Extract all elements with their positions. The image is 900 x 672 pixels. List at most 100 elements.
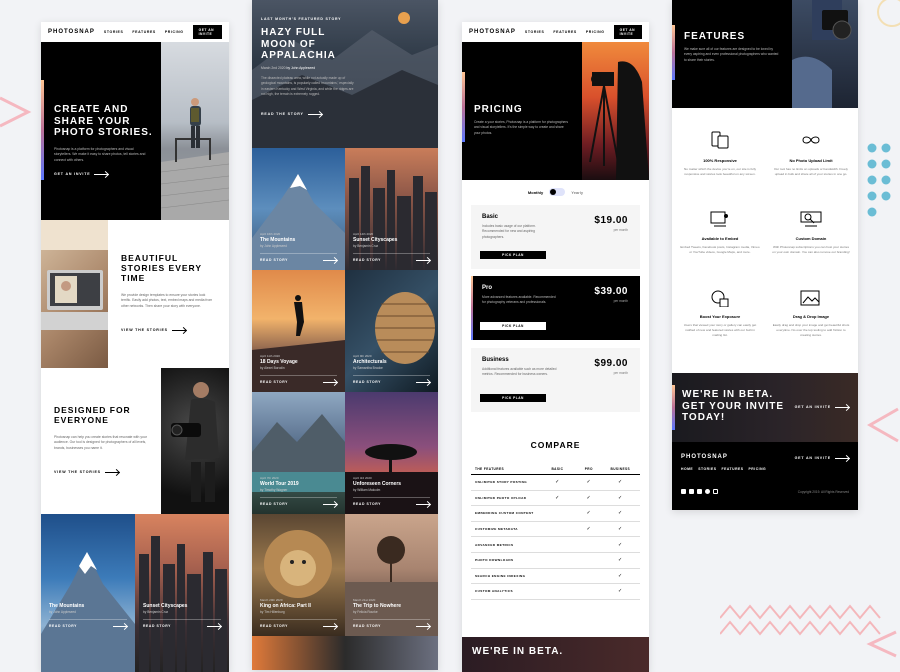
header-basic: BASIC [551,467,564,471]
arrow-icon [307,113,322,115]
nav-stories[interactable]: STORIES [525,30,545,34]
card-date: April 11th 2020 [260,354,280,358]
header-pro: PRO [584,467,593,471]
home-card-cityscapes[interactable]: Sunset Cityscapes by Benjamin Cruz READ … [135,514,229,672]
feature-item: 100% Responsive No matter which the devic… [677,130,763,177]
beta-title: WE'RE IN BETA. GET YOUR INVITE TODAY! [682,389,785,423]
feature-item: Drag & Drop Image Easily drag and drop yo… [768,286,854,337]
compare-table: THE FEATURES BASIC PRO BUSINESS UNLIMITE… [471,464,640,600]
plan-price: $19.00 [594,215,628,226]
pick-plan-button[interactable]: PICK PLAN [480,251,546,259]
read-story-link[interactable]: READ STORY [49,624,77,628]
youtube-icon[interactable] [689,489,694,494]
check-icon: ✓ [617,572,623,579]
featured-text: The dissected plateau area, while not ac… [261,76,354,96]
hero-title: CREATE AND SHARE YOUR PHOTO STORIES. [54,104,153,138]
nav-features[interactable]: FEATURES [553,30,576,34]
home-card-mountains[interactable]: The Mountains by John Appleseed READ STO… [41,514,135,672]
story-card[interactable]: April 9th 2020 Architecturals by Samantha … [345,270,438,392]
story-card[interactable]: April 16th 2020 The Mountains by John Appl… [252,148,345,270]
feature-title: Drag & Drop Image [792,314,830,319]
responsive-icon [677,130,763,152]
facebook-icon[interactable] [681,489,686,494]
billing-toggle: Monthly Yearly [462,186,649,198]
plan-text: More advanced features available. Recomm… [482,295,556,305]
beta-invite-link[interactable]: GET AN INVITE [795,405,849,409]
story-card[interactable]: April 11th 2020 18 Days Voyage by Alexei B… [252,270,345,392]
read-story-link[interactable]: READ STORY [260,380,288,384]
twitter-icon[interactable] [697,489,702,494]
brand-logo[interactable]: PHOTOSNAP [469,29,516,35]
footer-nav-features[interactable]: FEATURES [722,467,744,471]
yearly-label: Yearly [571,189,584,195]
instagram-icon[interactable] [713,489,718,494]
featured-title: HAZY FULL MOON OF APPALACHIA [261,27,336,61]
featured-read-link[interactable]: READ THE STORY [261,112,322,116]
footer-nav-home[interactable]: HOME [681,467,693,471]
pricing-page-preview: PHOTOSNAP STORIES FEATURES PRICING GET A… [462,22,649,672]
arrow-icon [323,503,337,505]
get-invite-button[interactable]: GET AN INVITE [613,25,642,39]
row-feature: CUSTOMIZE METADATA [475,527,518,532]
embed-icon [677,208,763,230]
check-icon: ✓ [586,479,592,486]
nav-stories[interactable]: STORIES [104,30,124,34]
appalachia-mountains-illustration [252,12,438,148]
check-icon: ✓ [617,588,623,595]
arrow-icon [835,406,849,408]
featured-eyebrow: LAST MONTH'S FEATURED STORY [261,17,342,21]
nav-pricing[interactable]: PRICING [165,30,184,34]
right-yellow-ring [877,0,900,27]
stories-page-preview: LAST MONTH'S FEATURED STORY HAZY FULL MO… [252,0,438,670]
nav-pricing[interactable]: PRICING [586,30,605,34]
plan-text: Additional features available such as mo… [482,367,557,377]
read-story-link[interactable]: READ STORY [260,624,288,628]
billing-switch[interactable] [549,188,566,196]
read-story-link[interactable]: READ STORY [260,502,288,506]
read-story-link[interactable]: READ STORY [260,258,288,262]
story-card[interactable]: March 29th 2020 King on Africa: Part II by… [252,514,345,636]
read-story-link[interactable]: READ STORY [353,380,381,384]
featured-author: by John Appleseed [286,66,316,70]
pinterest-icon[interactable] [705,489,710,494]
nav-features[interactable]: FEATURES [132,30,155,34]
pick-plan-button[interactable]: PICK PLAN [480,394,546,402]
cameraman-photo [161,368,229,514]
get-invite-button[interactable]: GET AN INVITE [192,25,222,39]
card-title: The Mountains [260,237,296,243]
card-title: Unforeseen Corners [353,481,402,487]
hero-invite-link[interactable]: GET AN INVITE [54,172,109,176]
check-icon: ✓ [617,557,623,564]
row-feature: UNLIMITED PHOTO UPLOAD [475,495,527,500]
story-card[interactable]: April 14th 2020 Sunset Cityscapes by Benja… [345,148,438,270]
card-date: March 29th 2020 [260,598,283,602]
featured-date: March 2nd 2020 [261,66,286,70]
beautiful-link[interactable]: VIEW THE STORIES [121,328,186,332]
drag-drop-icon [768,286,854,308]
brand-logo[interactable]: PHOTOSNAP [48,29,95,35]
social-icons [681,489,718,494]
hero-accent-bar [672,25,675,80]
table-row: ADVANCED METRICS ✓ [471,537,640,553]
laptop-photo [41,220,108,368]
read-story-link[interactable]: READ STORY [353,624,381,628]
footer-logo[interactable]: PHOTOSNAP [681,454,728,460]
right-pink-chevron [866,407,899,443]
arrow-icon [94,173,109,175]
table-rows: UNLIMITED STORY POSTING ✓ ✓ ✓ UNLIMITED PHOT… [471,475,640,600]
pick-plan-button[interactable]: PICK PLAN [480,322,546,330]
read-story-link[interactable]: READ STORY [143,624,171,628]
table-row: UNLIMITED STORY POSTING ✓ ✓ ✓ [471,475,640,491]
read-story-link[interactable]: READ STORY [353,258,381,262]
footer-invite-link[interactable]: GET AN INVITE [795,456,849,460]
story-card[interactable]: March 21st 2020 The Trip to Nowhere by Fel… [345,514,438,636]
story-card[interactable]: April 7th 2020 World Tour 2019 by Timothy … [252,392,345,514]
row-feature: SEARCH ENGINE INDEXING [475,573,526,578]
footer-nav-pricing[interactable]: PRICING [749,467,767,471]
arrow-icon [323,259,337,261]
designed-link[interactable]: VIEW THE STORIES [54,470,119,474]
story-card[interactable]: April 3rd 2020 Unforeseen Corners by Willi… [345,392,438,514]
beta-title: WE'RE IN BETA. [472,646,564,657]
footer-nav-stories[interactable]: STORIES [698,467,716,471]
read-story-link[interactable]: READ STORY [353,502,381,506]
